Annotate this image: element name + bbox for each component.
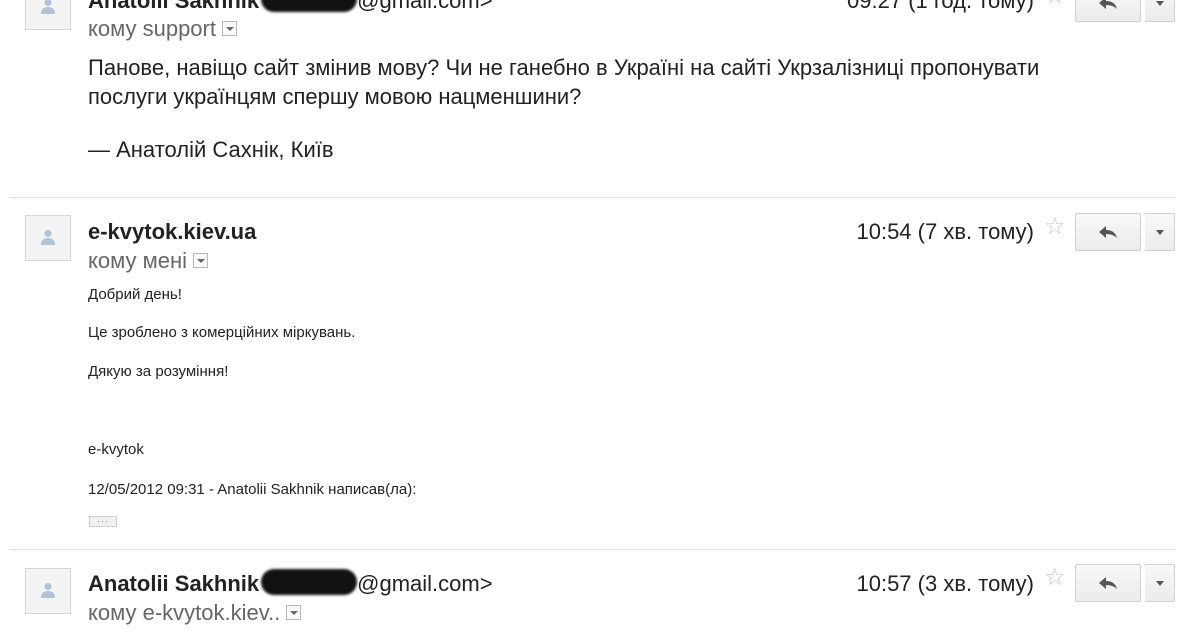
message-time: 10:57 (3 хв. тому) (856, 571, 1034, 596)
sender-name[interactable]: e-kvytok.kiev.ua (88, 219, 256, 245)
sender-name[interactable]: Anatolii Sakhnik @gmail.com> (88, 569, 493, 597)
star-icon[interactable]: ☆ (1044, 566, 1066, 590)
message-time: 10:54 (7 хв. тому) (856, 219, 1034, 244)
message-signature: — Анатолій Сахнік, Київ (88, 137, 334, 162)
message-body-paragraph: Панове, навіщо сайт змінив мову? Чи не г… (88, 55, 1040, 109)
person-placeholder-icon (41, 230, 55, 245)
reply-button[interactable] (1075, 213, 1141, 251)
message-divider (10, 549, 1176, 550)
redaction-mark (261, 0, 358, 13)
more-actions-button[interactable] (1145, 213, 1175, 251)
star-icon[interactable]: ☆ (1044, 215, 1066, 239)
message-body-line: Це зроблено з комерційних міркувань. (88, 324, 356, 341)
reply-button[interactable] (1075, 0, 1141, 22)
recipient-details-toggle[interactable] (221, 20, 237, 36)
reply-arrow-icon (1099, 226, 1117, 238)
sender-email: @gmail.com> (357, 0, 493, 13)
message-time: 09:27 (1 год. тому) (847, 0, 1034, 13)
message-divider (10, 197, 1176, 198)
more-actions-button[interactable] (1145, 564, 1175, 602)
sender-avatar (25, 568, 71, 614)
sender-avatar (25, 0, 71, 30)
more-actions-button[interactable] (1145, 0, 1175, 22)
star-icon[interactable]: ☆ (1044, 0, 1066, 8)
show-quoted-text-button[interactable]: ··· (89, 516, 117, 527)
person-placeholder-icon (41, 583, 55, 598)
reply-arrow-icon (1099, 577, 1117, 589)
recipient-line: кому support (88, 16, 237, 42)
redaction-mark (261, 569, 358, 596)
recipient-details-toggle[interactable] (286, 604, 302, 620)
reply-button[interactable] (1075, 564, 1141, 602)
quoted-header: 12/05/2012 09:31 - Anatolii Sakhnik напи… (88, 481, 417, 498)
sender-avatar (25, 215, 71, 261)
recipient-line: кому e-kvytok.kiev.. (88, 600, 302, 626)
reply-arrow-icon (1099, 0, 1117, 9)
recipient-line: кому мені (88, 248, 208, 274)
sender-email: @gmail.com> (357, 571, 493, 596)
message-signature: e-kvytok (88, 441, 144, 458)
message-body-line: Добрий день! (88, 286, 182, 303)
sender-name[interactable]: Anatolii Sakhnik @gmail.com> (88, 0, 493, 14)
person-placeholder-icon (41, 0, 55, 14)
message-body-line: Дякую за розуміння! (88, 363, 229, 380)
recipient-details-toggle[interactable] (193, 252, 208, 268)
